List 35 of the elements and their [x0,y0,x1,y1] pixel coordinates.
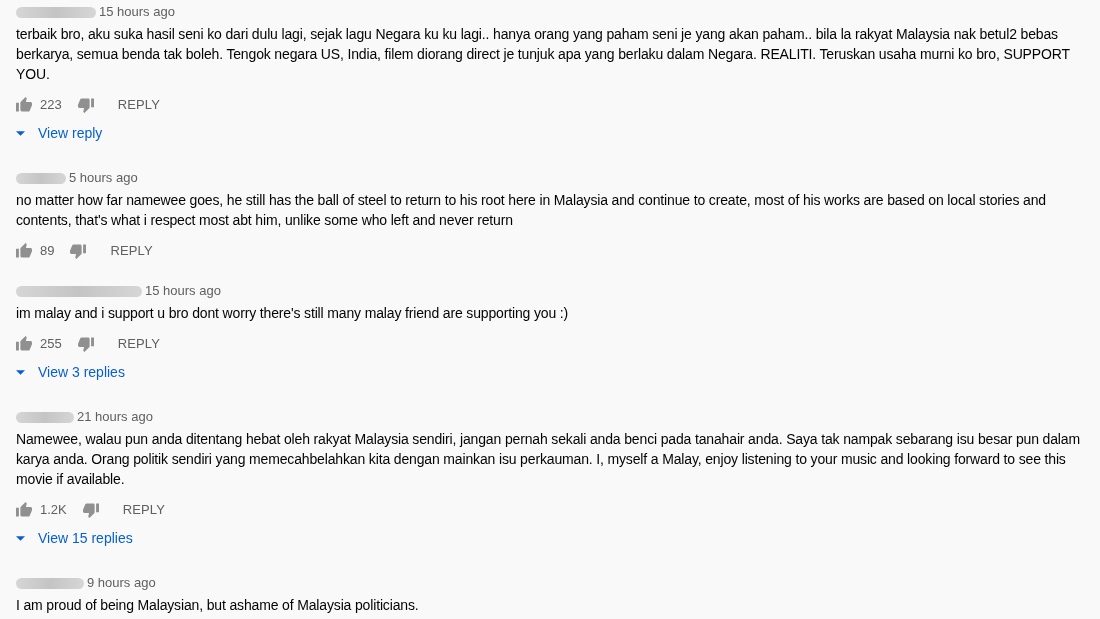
thumbs-up-icon[interactable] [16,243,32,259]
thumbs-up-icon[interactable] [16,336,32,352]
thumbs-up-icon[interactable] [16,97,32,113]
blurred-username [16,172,66,184]
comment-time: 15 hours ago [145,282,221,300]
comment-time: 9 hours ago [87,574,156,592]
view-replies-link[interactable]: View 15 replies [38,527,133,549]
like-count: 89 [40,242,55,261]
view-replies-link[interactable]: View reply [38,122,103,144]
reply-button[interactable]: REPLY [110,494,178,526]
thumbs-down-icon[interactable] [70,243,87,259]
like-count: 1.2K [40,501,67,520]
thumbs-down-icon[interactable] [82,502,99,518]
caret-down-icon[interactable] [16,535,25,541]
comment-text: I am proud of being Malaysian, but ashame of Malaysia politicians. [16,596,420,615]
thumbs-down-icon[interactable] [77,336,94,352]
caret-down-icon[interactable] [16,130,25,136]
like-count: 223 [40,96,62,115]
thumbs-up-icon[interactable] [16,502,32,518]
comment-text: terbaik bro, aku suka hasil seni ko dari dulu lagi, sejak lagu Negara ku ku lagi.. hanya orang yang paham seni je yang akan paham.. bila la rakyat Malaysia nak betul2 bebas berkarya, semua benda tak boleh. Tengok negara US, India, filem diorang direct je tunjuk apa yang berlaku dalam Negara. REALITI. Teruskan usaha murni ko bro, SUPPORT YOU. [16,25,1071,84]
blurred-username [16,577,84,589]
comment-time: 15 hours ago [99,3,175,21]
blurred-username [16,411,74,423]
comment-time: 21 hours ago [77,408,153,426]
caret-down-icon[interactable] [16,369,25,375]
comment-time: 5 hours ago [69,169,138,187]
reply-button[interactable]: REPLY [105,328,173,360]
comment-text: im malay and i support u bro dont worry there's still many malay friend are supporting you :) [16,304,570,323]
reply-button[interactable]: REPLY [105,89,173,121]
view-replies-link[interactable]: View 3 replies [38,361,125,383]
comment-text: no matter how far namewee goes, he still has the ball of steel to return to his root here in Malaysia and continue to create, most of his works are based on local stories and contents, that's what i respect most abt him, unlike some who left and never return [16,191,1047,230]
reply-button[interactable]: REPLY [98,235,165,267]
like-count: 255 [40,335,62,354]
thumbs-down-icon[interactable] [77,97,94,113]
comment-text: Namewee, walau pun anda ditentang hebat oleh rakyat Malaysia sendiri, jangan pernah sekali anda benci pada tanahair anda. Saya tak nampak sebarang isu besar pun dalam karya anda. Orang politik sendiri yang memecahbelahkan kita dengan mainkan isu perkauman. I, myself a Malay, enjoy listening to your music and looking forward to see this movie if available. [16,430,1081,489]
